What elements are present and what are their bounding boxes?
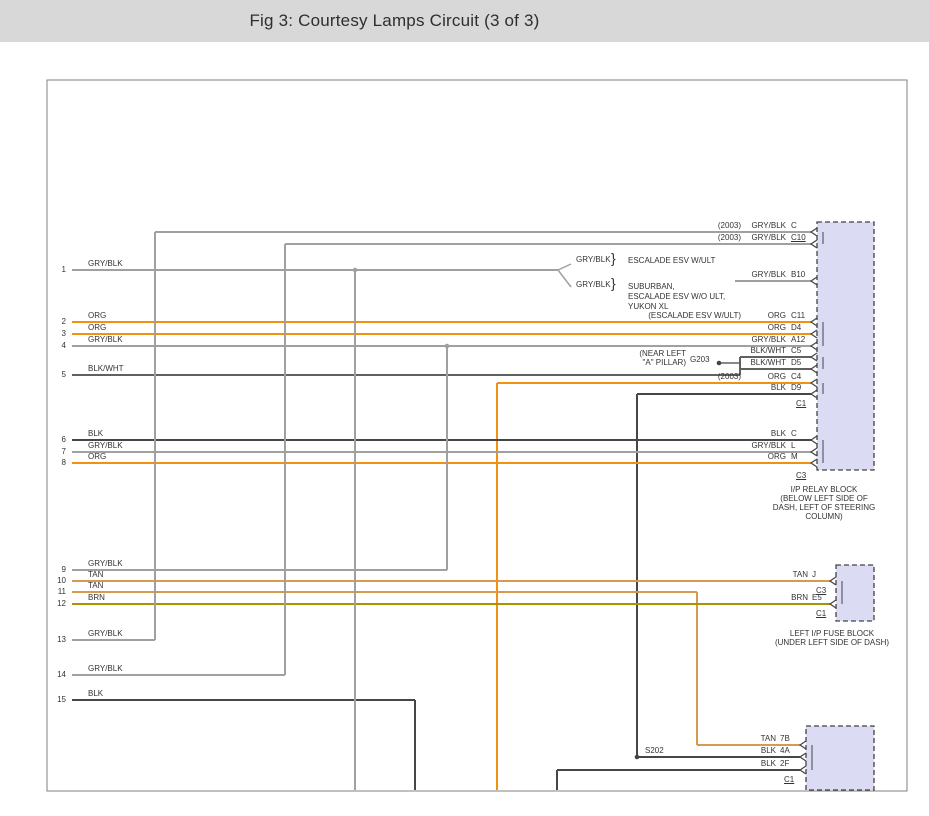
pin-arrow-icon: [811, 390, 817, 398]
pin-arrow-icon: [811, 448, 817, 456]
page: Fig 3: Courtesy Lamps Circuit (3 of 3) 1…: [0, 0, 929, 816]
pin-arrow-icon: [800, 766, 806, 774]
bottom-connector-block: [806, 726, 874, 790]
pin-arrow-icon: [830, 600, 836, 608]
pin-arrow-icon: [811, 459, 817, 467]
pin-arrow-icon: [811, 342, 817, 350]
pin-arrow-icon: [811, 277, 817, 285]
ip-relay-block: [817, 222, 874, 470]
pin-arrow-icon: [811, 365, 817, 373]
splice-dot: [717, 361, 722, 366]
pin-arrow-icon: [811, 379, 817, 387]
splice-dot: [353, 268, 358, 273]
pin-arrow-icon: [830, 577, 836, 585]
pin-arrow-icon: [811, 228, 817, 236]
wire-segment: [558, 264, 571, 270]
pin-arrow-icon: [800, 753, 806, 761]
splice-dot: [635, 755, 640, 760]
wiring-diagram: [0, 0, 929, 816]
pin-arrow-icon: [800, 741, 806, 749]
pin-arrow-icon: [811, 318, 817, 326]
pin-arrow-icon: [811, 436, 817, 444]
diagram-border: [47, 80, 907, 791]
pin-arrow-icon: [811, 240, 817, 248]
splice-dot: [445, 344, 450, 349]
pin-arrow-icon: [811, 353, 817, 361]
pin-arrow-icon: [811, 330, 817, 338]
wire-segment: [558, 270, 571, 287]
